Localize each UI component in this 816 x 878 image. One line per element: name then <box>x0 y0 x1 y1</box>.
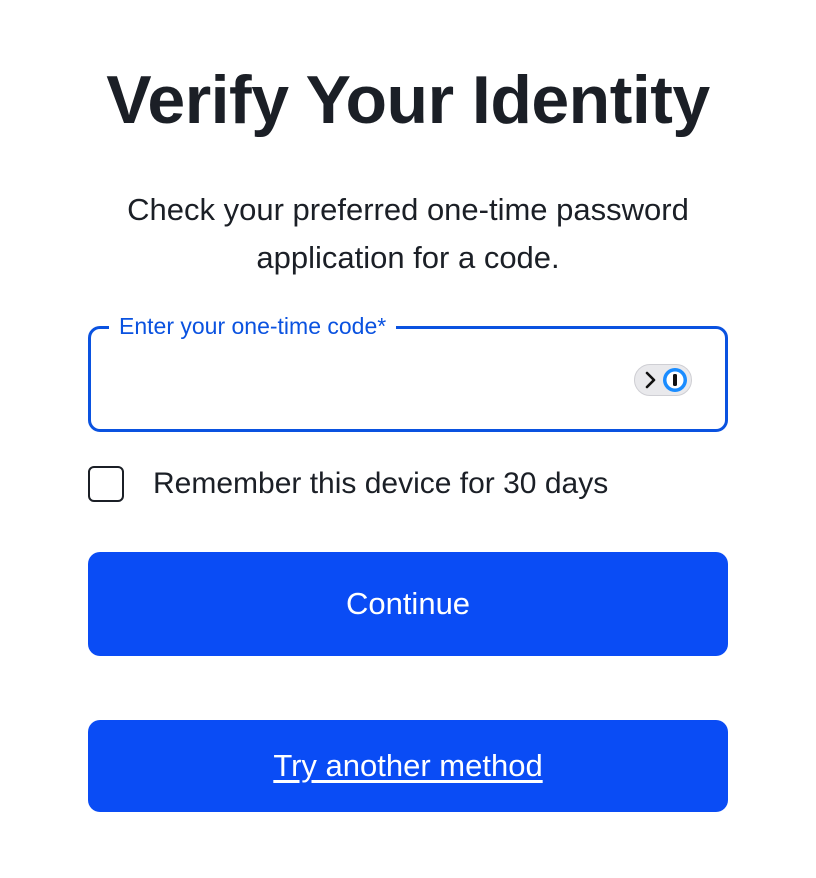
remember-device-row[interactable]: Remember this device for 30 days <box>88 464 608 504</box>
page-subtitle: Check your preferred one-time password a… <box>127 192 689 275</box>
remember-device-label[interactable]: Remember this device for 30 days <box>153 467 608 501</box>
remember-device-checkbox[interactable] <box>88 466 124 502</box>
1password-logo-icon <box>663 368 687 392</box>
chevron-right-icon <box>645 371 656 389</box>
otp-code-field[interactable]: Enter your one-time code* <box>88 311 728 432</box>
try-another-method-label: Try another method <box>273 748 543 783</box>
try-another-method-button[interactable]: Try another method <box>88 720 728 812</box>
otp-code-label: Enter your one-time code* <box>109 311 397 341</box>
continue-button[interactable]: Continue <box>88 552 728 656</box>
page-title: Verify Your Identity <box>106 62 710 138</box>
otp-code-input[interactable] <box>115 359 619 401</box>
password-manager-button[interactable] <box>634 364 692 396</box>
continue-button-label: Continue <box>345 586 471 621</box>
